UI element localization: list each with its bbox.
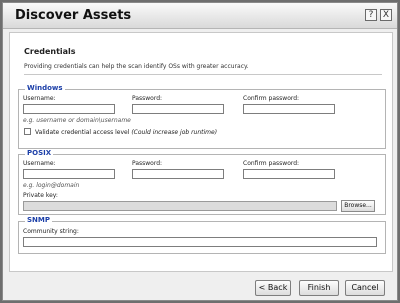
snmp-group: SNMP Community string: [18, 216, 386, 254]
posix-legend: POSIX [25, 149, 54, 157]
windows-confirm-label: Confirm password: [243, 95, 300, 102]
validate-credential-label: Validate credential access level (Could … [35, 129, 218, 136]
posix-username-hint: e.g. login@domain [23, 182, 80, 189]
credentials-description: Providing credentials can help the scan … [24, 63, 249, 70]
windows-group: Windows Username: Password: Confirm pass… [18, 84, 386, 149]
credentials-panel: Credentials Providing credentials can he… [9, 32, 393, 272]
windows-username-label: Username: [23, 95, 56, 102]
discover-assets-dialog: Discover Assets ? X Credentials Providin… [2, 2, 398, 301]
validate-credential-note: (Could increase job runtime) [131, 129, 218, 136]
private-key-input[interactable] [23, 201, 337, 211]
community-string-label: Community string: [23, 228, 79, 235]
browse-button[interactable]: Browse... [341, 200, 375, 212]
windows-username-hint: e.g. username or domain\username [23, 117, 131, 124]
finish-button[interactable]: Finish [299, 280, 339, 296]
section-divider [24, 74, 382, 75]
posix-password-label: Password: [132, 160, 163, 167]
back-button[interactable]: < Back [255, 280, 291, 296]
posix-group: POSIX Username: Password: Confirm passwo… [18, 149, 386, 215]
credentials-heading: Credentials [24, 47, 76, 56]
windows-username-input[interactable] [23, 104, 115, 114]
title-bar[interactable]: Discover Assets ? X [3, 3, 397, 29]
posix-username-label: Username: [23, 160, 56, 167]
posix-confirm-label: Confirm password: [243, 160, 300, 167]
dialog-title: Discover Assets [15, 8, 132, 23]
posix-username-input[interactable] [23, 169, 115, 179]
validate-credential-checkbox[interactable] [24, 128, 31, 135]
help-icon[interactable]: ? [365, 9, 377, 21]
posix-password-input[interactable] [132, 169, 224, 179]
windows-confirm-password-input[interactable] [243, 104, 335, 114]
windows-password-input[interactable] [132, 104, 224, 114]
posix-confirm-password-input[interactable] [243, 169, 335, 179]
cancel-button[interactable]: Cancel [345, 280, 385, 296]
private-key-label: Private key: [23, 192, 58, 199]
windows-password-label: Password: [132, 95, 163, 102]
close-icon[interactable]: X [380, 9, 392, 21]
windows-legend: Windows [25, 84, 65, 92]
snmp-legend: SNMP [25, 216, 52, 224]
community-string-input[interactable] [23, 237, 377, 247]
